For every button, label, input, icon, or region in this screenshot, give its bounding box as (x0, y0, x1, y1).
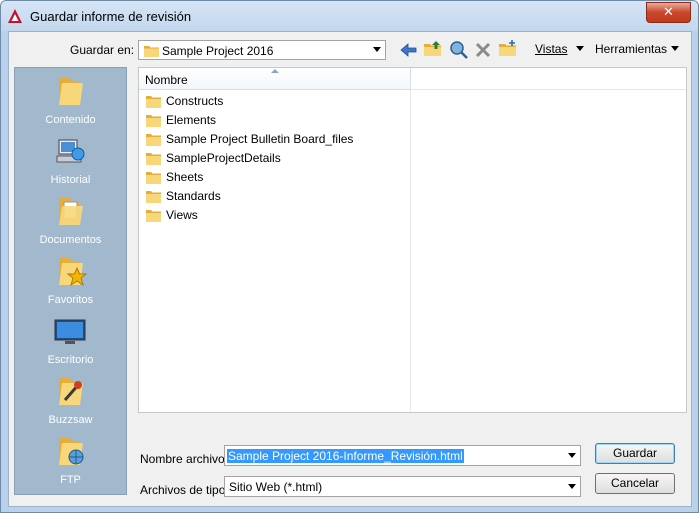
folder-icon (146, 134, 161, 146)
filetype-dropdown[interactable]: Sitio Web (*.html) (224, 476, 581, 497)
place-ftp[interactable]: FTP (15, 430, 126, 490)
chevron-down-icon[interactable] (568, 484, 576, 489)
column-divider (410, 90, 411, 412)
chevron-down-icon[interactable] (568, 453, 576, 458)
place-buzzsaw[interactable]: Buzzsaw (15, 370, 126, 430)
tools-menu-label: Herramientas (595, 42, 668, 56)
filename-label: Nombre archivo: (140, 452, 229, 466)
list-item-name: Standards (166, 189, 221, 203)
close-button[interactable]: ✕ (646, 2, 691, 23)
place-label: Favoritos (47, 294, 94, 306)
save-button[interactable]: Guardar (595, 443, 675, 464)
filetype-value: Sitio Web (*.html) (229, 480, 323, 494)
views-menu[interactable]: Vistas (535, 42, 567, 56)
filetype-label: Archivos de tipo: (140, 483, 229, 497)
views-chevron-down-icon[interactable] (576, 46, 584, 51)
chevron-down-icon (373, 47, 381, 52)
desktop-icon (54, 319, 86, 344)
search-web-icon[interactable] (449, 40, 469, 60)
sort-ascending-icon (271, 69, 279, 73)
save-in-dropdown[interactable]: Sample Project 2016 (138, 40, 386, 60)
list-item-name: Constructs (166, 94, 224, 108)
ftp-icon (59, 438, 84, 465)
save-in-label: Guardar en: (70, 43, 134, 57)
column-header-empty (411, 68, 686, 90)
back-icon[interactable] (399, 40, 419, 60)
folder-icon (146, 115, 161, 127)
place-documentos[interactable]: Documentos (15, 190, 126, 250)
dialog-body: Guardar en: Sample Project 2016 Vistas H… (8, 31, 692, 507)
buzzsaw-icon (59, 378, 83, 405)
place-label: Buzzsaw (48, 414, 93, 426)
views-menu-label: Vistas (535, 42, 568, 56)
tools-menu[interactable]: Herramientas (595, 42, 667, 56)
new-folder-icon[interactable] (498, 39, 518, 59)
place-escritorio[interactable]: Escritorio (15, 310, 126, 370)
save-button-label: Guardar (612, 446, 658, 460)
folder-icon (146, 172, 161, 184)
places-bar: Contenido Historial Documentos Favoritos… (14, 67, 127, 495)
folder-icon (146, 153, 161, 165)
list-item-name: Views (166, 208, 198, 222)
place-contenido[interactable]: Contenido (15, 70, 126, 130)
save-in-label-text: Guardar en: (70, 43, 135, 57)
filename-field[interactable]: Sample Project 2016-Informe_Revisión.htm… (224, 445, 581, 466)
column-header-label: Nombre (145, 73, 188, 87)
list-item-name: Elements (166, 113, 217, 127)
tools-chevron-down-icon[interactable] (671, 46, 679, 51)
place-label: FTP (60, 474, 81, 486)
place-label: Escritorio (47, 354, 94, 366)
folder-icon (146, 210, 161, 222)
close-icon: ✕ (663, 4, 674, 19)
title-bar: Guardar informe de revisión ✕ (1, 1, 698, 31)
list-item-name: SampleProjectDetails (166, 151, 281, 165)
cancel-button[interactable]: Cancelar (595, 473, 675, 494)
cancel-button-label: Cancelar (610, 476, 660, 490)
up-folder-icon[interactable] (423, 39, 443, 59)
folder-content-icon (59, 78, 83, 105)
autocad-app-icon (8, 9, 22, 23)
filename-value: Sample Project 2016-Informe_Revisión.htm… (227, 449, 464, 463)
delete-icon[interactable] (473, 40, 493, 60)
favorites-icon (59, 258, 87, 287)
folder-icon (146, 96, 161, 108)
documents-icon (59, 198, 83, 225)
folder-icon (146, 191, 161, 203)
file-list[interactable]: Nombre Constructs Elements Sample Projec… (138, 67, 687, 413)
list-item-name: Sheets (166, 170, 204, 184)
place-label: Historial (50, 174, 91, 186)
place-label: Contenido (45, 114, 96, 126)
folder-icon (144, 46, 159, 57)
history-icon (56, 139, 85, 163)
save-dialog: Guardar informe de revisión ✕ Guardar en… (0, 0, 699, 513)
column-header-name[interactable]: Nombre (139, 68, 411, 90)
place-label: Documentos (39, 234, 102, 246)
window-title: Guardar informe de revisión (30, 9, 192, 24)
save-in-value: Sample Project 2016 (162, 44, 274, 58)
place-historial[interactable]: Historial (15, 130, 126, 190)
list-item-name: Sample Project Bulletin Board_files (166, 132, 354, 146)
place-favoritos[interactable]: Favoritos (15, 250, 126, 310)
